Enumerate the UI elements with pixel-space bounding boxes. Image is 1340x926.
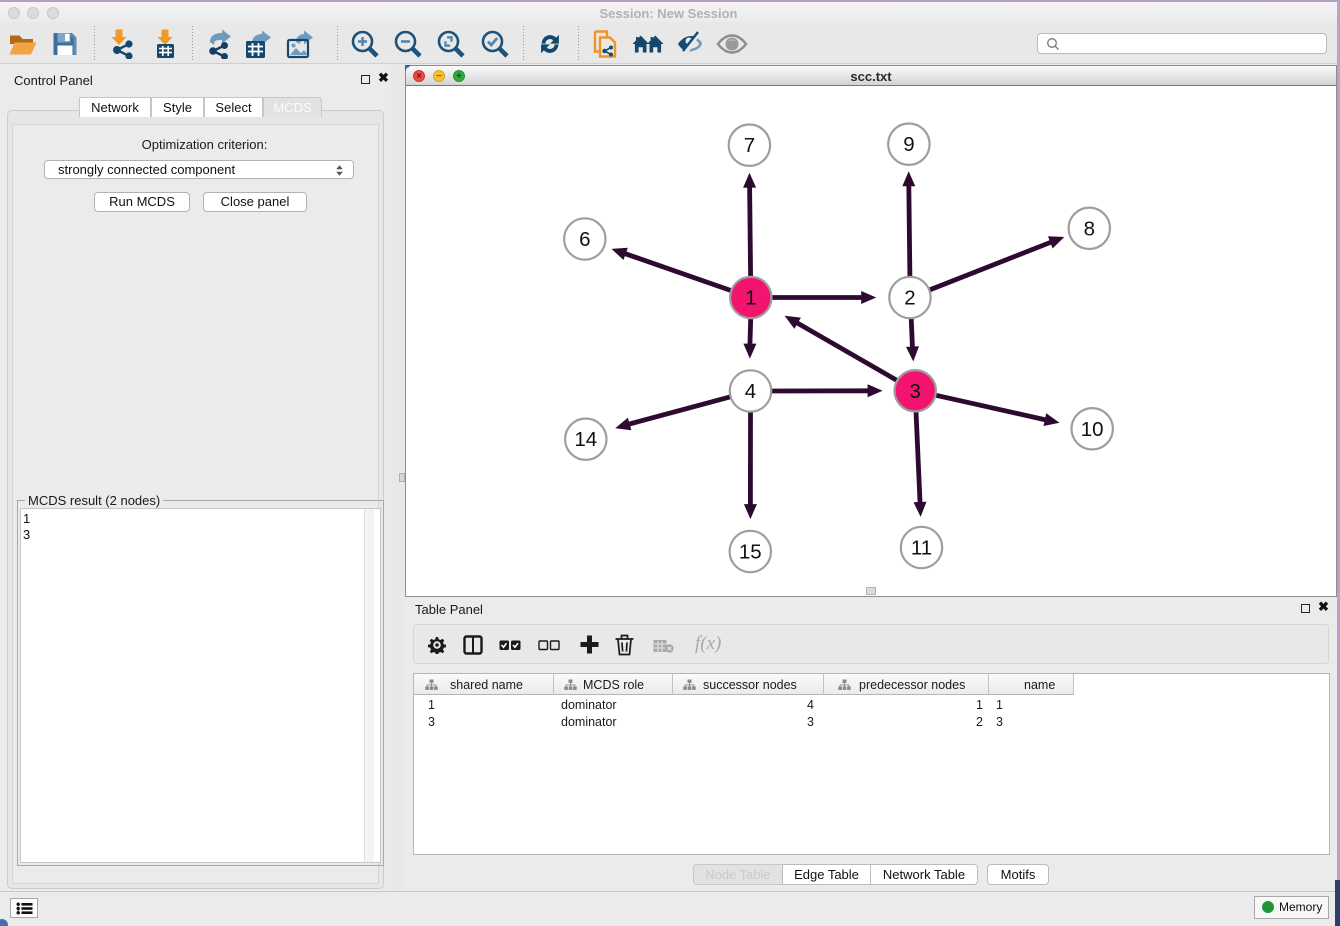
svg-text:15: 15 [739, 541, 762, 564]
svg-text:4: 4 [745, 380, 756, 403]
svg-text:10: 10 [1081, 418, 1104, 441]
svg-text:6: 6 [579, 228, 590, 251]
svg-text:8: 8 [1084, 217, 1095, 240]
svg-text:9: 9 [903, 133, 914, 156]
svg-text:3: 3 [909, 380, 920, 403]
svg-text:11: 11 [911, 537, 932, 560]
svg-text:1: 1 [745, 287, 756, 310]
svg-text:7: 7 [744, 134, 755, 157]
svg-text:14: 14 [574, 428, 597, 451]
svg-text:2: 2 [904, 287, 915, 310]
